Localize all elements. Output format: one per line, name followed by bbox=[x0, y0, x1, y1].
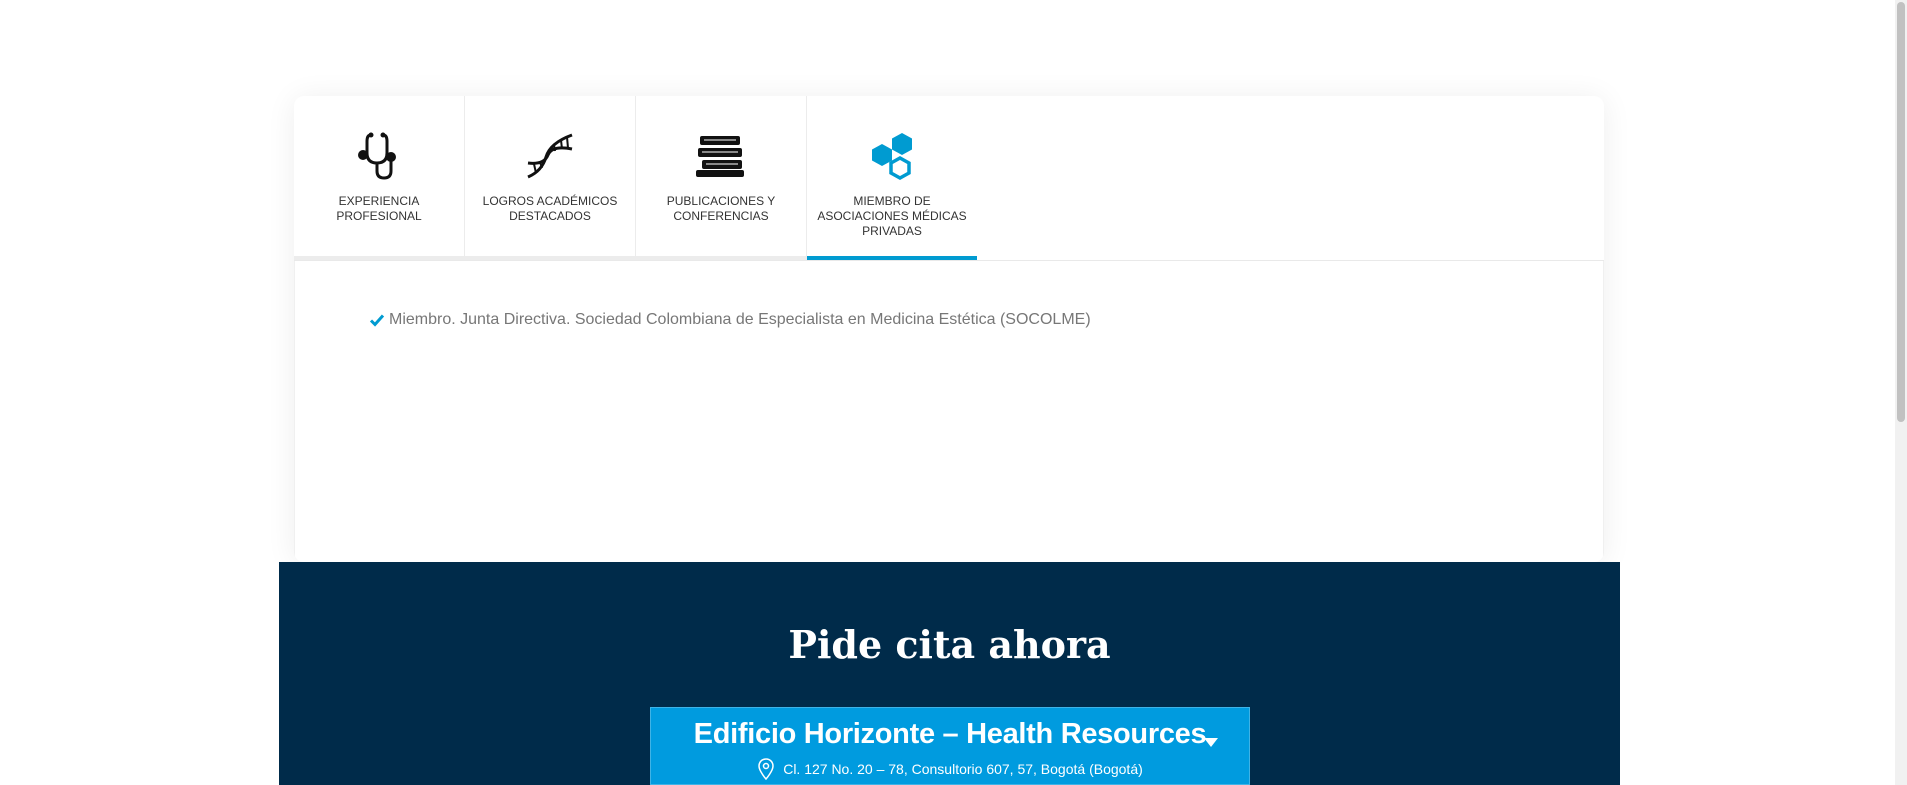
books-icon bbox=[693, 130, 749, 182]
scroll-thumb[interactable] bbox=[1897, 2, 1905, 422]
location-selector[interactable]: Edificio Horizonte – Health Resources Cl… bbox=[650, 707, 1250, 785]
appointment-section: Pide cita ahora Edificio Horizonte – Hea… bbox=[279, 562, 1620, 785]
location-address: Cl. 127 No. 20 – 78, Consultorio 607, 57… bbox=[783, 761, 1143, 777]
list-item-text: Miembro. Junta Directiva. Sociedad Colom… bbox=[389, 311, 1091, 328]
appointment-title: Pide cita ahora bbox=[788, 622, 1111, 667]
tab-panel: Miembro. Junta Directiva. Sociedad Colom… bbox=[294, 261, 1604, 562]
location-name: Edificio Horizonte – Health Resources bbox=[693, 718, 1207, 750]
map-pin-icon bbox=[758, 758, 774, 780]
list-item: Miembro. Junta Directiva. Sociedad Colom… bbox=[369, 311, 1091, 329]
tab-logros-academicos[interactable]: LOGROS ACADÉMICOS DESTACADOS bbox=[465, 96, 636, 260]
check-icon bbox=[369, 312, 385, 328]
tab-label: EXPERIENCIA PROFESIONAL bbox=[336, 194, 422, 223]
tab-publicaciones-conferencias[interactable]: PUBLICACIONES Y CONFERENCIAS bbox=[636, 96, 807, 260]
tab-experiencia-profesional[interactable]: EXPERIENCIA PROFESIONAL bbox=[294, 96, 465, 260]
credentials-tabs: EXPERIENCIA PROFESIONAL LOGROS ACADÉMICO… bbox=[294, 96, 1604, 261]
tab-label: LOGROS ACADÉMICOS DESTACADOS bbox=[482, 194, 618, 223]
scrollbar[interactable] bbox=[1895, 0, 1907, 785]
chevron-down-icon bbox=[1204, 738, 1218, 747]
credentials-card: EXPERIENCIA PROFESIONAL LOGROS ACADÉMICO… bbox=[294, 96, 1604, 562]
tab-miembro-asociaciones[interactable]: MIEMBRO DE ASOCIACIONES MÉDICAS PRIVADAS bbox=[807, 96, 977, 260]
dna-icon bbox=[522, 130, 578, 182]
location-address-row: Cl. 127 No. 20 – 78, Consultorio 607, 57… bbox=[651, 758, 1249, 780]
tab-label: PUBLICACIONES Y CONFERENCIAS bbox=[666, 194, 776, 223]
stethoscope-icon bbox=[351, 130, 407, 182]
tab-label: MIEMBRO DE ASOCIACIONES MÉDICAS PRIVADAS bbox=[817, 194, 967, 238]
hexagons-icon bbox=[864, 130, 920, 182]
